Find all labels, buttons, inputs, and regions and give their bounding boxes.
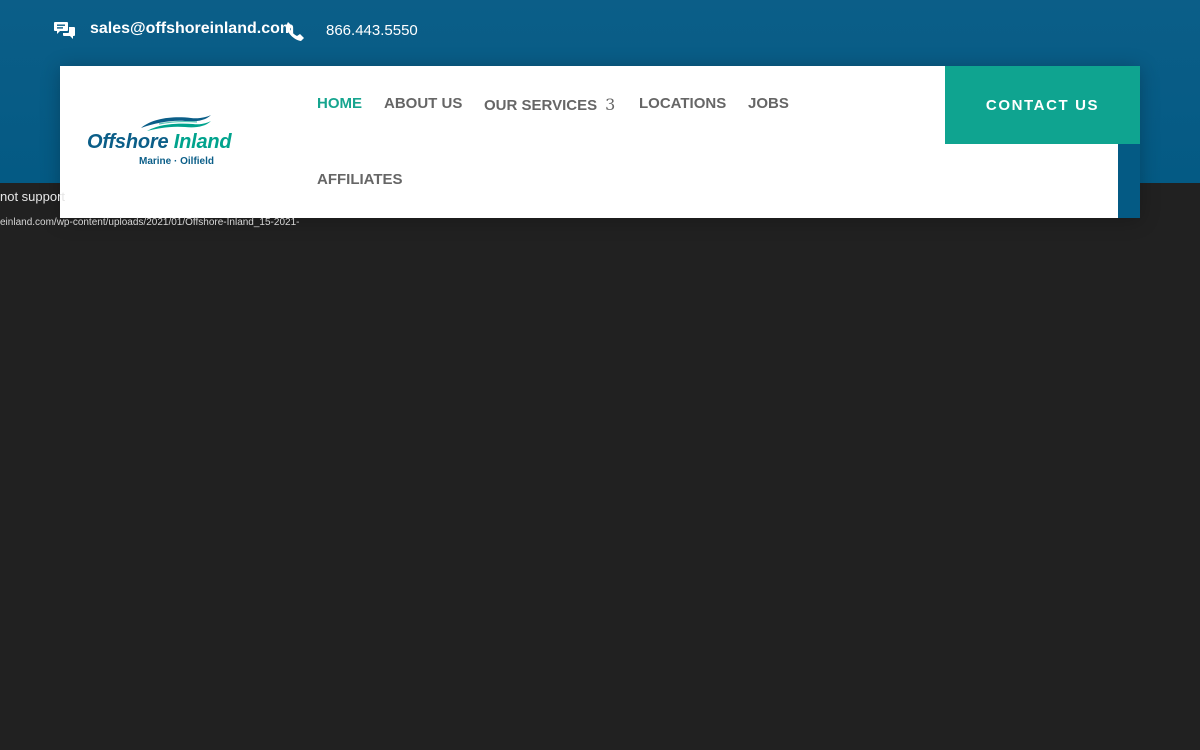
header-navigation: Offshore Inland Marine · Oilfield HOME A… bbox=[60, 66, 1140, 218]
nav-strip bbox=[1118, 144, 1140, 218]
wave-logo-icon bbox=[141, 115, 211, 131]
phone-icon bbox=[286, 22, 304, 41]
error-message: not support bbox=[0, 189, 66, 204]
logo-name-part2: Inland bbox=[173, 131, 232, 153]
nav-locations[interactable]: LOCATIONS bbox=[639, 95, 726, 112]
chat-bubbles-icon bbox=[54, 22, 75, 39]
contact-us-button[interactable]: CONTACT US bbox=[945, 66, 1140, 144]
nav-our-services-label: OUR SERVICES bbox=[484, 97, 598, 114]
error-url: einland.com/wp-content/uploads/2021/01/O… bbox=[0, 217, 300, 228]
site-logo[interactable]: Offshore Inland Marine · Oilfield bbox=[87, 114, 265, 170]
email-link[interactable]: sales@offshoreinland.com bbox=[90, 20, 294, 38]
top-bar: sales@offshoreinland.com 866.443.5550 Of… bbox=[0, 0, 1200, 218]
phone-link[interactable]: 866.443.5550 bbox=[326, 22, 418, 39]
chevron-down-icon: 3 bbox=[605, 95, 616, 114]
logo-tagline: Marine · Oilfield bbox=[139, 156, 215, 167]
nav-affiliates[interactable]: AFFILIATES bbox=[317, 171, 403, 188]
nav-home[interactable]: HOME bbox=[317, 95, 362, 112]
nav-jobs[interactable]: JOBS bbox=[748, 95, 789, 112]
nav-our-services[interactable]: OUR SERVICES 3 bbox=[484, 95, 615, 114]
nav-about-us[interactable]: ABOUT US bbox=[384, 95, 462, 112]
logo-wordmark: Offshore Inland bbox=[87, 131, 232, 154]
logo-name-part1: Offshore bbox=[87, 131, 169, 153]
